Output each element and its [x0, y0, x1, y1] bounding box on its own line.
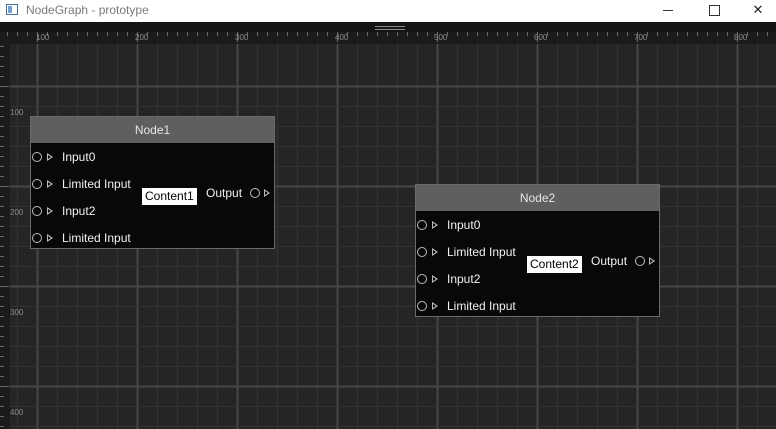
input-port-row[interactable]: Limited Input [31, 231, 161, 249]
output-port-circle-icon[interactable] [635, 256, 645, 266]
input-port-row[interactable]: Input2 [31, 204, 161, 222]
node-card[interactable]: Node2 Input0 Limited Input Input2 Limite… [415, 184, 660, 317]
ruler-h-label: 500 [434, 33, 448, 42]
ruler-h-label: 700 [634, 33, 648, 42]
ruler-v-label: 400 [10, 408, 24, 417]
port-circle-icon[interactable] [32, 152, 42, 162]
port-arrow-icon [47, 207, 53, 215]
input-port-row[interactable]: Input2 [416, 272, 546, 290]
port-arrow-icon [47, 153, 53, 161]
input-port-row[interactable]: Input0 [31, 150, 161, 168]
port-circle-icon[interactable] [417, 247, 427, 257]
node-title[interactable]: Node1 [31, 117, 274, 143]
input-port-label: Input0 [62, 150, 96, 164]
node-card[interactable]: Node1 Input0 Limited Input Input2 Limite… [30, 116, 275, 249]
node-title[interactable]: Node2 [416, 185, 659, 211]
input-port-label: Limited Input [62, 231, 131, 245]
port-circle-icon[interactable] [417, 220, 427, 230]
port-circle-icon[interactable] [32, 206, 42, 216]
input-port-row[interactable]: Limited Input [416, 299, 546, 317]
input-port-label: Limited Input [447, 299, 516, 313]
ruler-v-label: 200 [10, 208, 24, 217]
ruler-v-label: 300 [10, 308, 24, 317]
port-circle-icon[interactable] [32, 179, 42, 189]
ruler-h-label: 100 [36, 33, 50, 42]
window-title: NodeGraph - prototype [26, 3, 149, 17]
input-port-label: Limited Input [447, 245, 516, 259]
ruler-h-label: 200 [135, 33, 149, 42]
output-port-arrow-icon [649, 257, 655, 265]
minimize-button[interactable] [653, 0, 683, 20]
output-port-arrow-icon [264, 189, 270, 197]
maximize-icon [708, 5, 720, 16]
node-content-field[interactable]: Content2 [527, 256, 582, 273]
minimize-icon [663, 10, 673, 11]
output-port-circle-icon[interactable] [250, 188, 260, 198]
port-arrow-icon [47, 234, 53, 242]
app-window-icon [6, 4, 18, 15]
output-port-label: Output [206, 186, 243, 200]
node-content-field[interactable]: Content1 [142, 188, 197, 205]
port-circle-icon[interactable] [32, 233, 42, 243]
port-arrow-icon [47, 180, 53, 188]
port-circle-icon[interactable] [417, 274, 427, 284]
input-port-label: Input0 [447, 218, 481, 232]
input-port-label: Input2 [447, 272, 481, 286]
ruler-h-label: 600 [534, 33, 548, 42]
close-button[interactable]: ✕ [743, 0, 773, 20]
input-port-label: Limited Input [62, 177, 131, 191]
window-title-bar: NodeGraph - prototype ✕ [0, 0, 776, 22]
output-port-label: Output [591, 254, 628, 268]
port-arrow-icon [432, 302, 438, 310]
ruler-v-label: 100 [10, 108, 24, 117]
port-arrow-icon [432, 248, 438, 256]
ruler-h-label: 800 [734, 33, 748, 42]
port-arrow-icon [432, 221, 438, 229]
ruler-h-label: 400 [335, 33, 349, 42]
input-port-row[interactable]: Input0 [416, 218, 546, 236]
maximize-button[interactable] [699, 0, 729, 20]
port-arrow-icon [432, 275, 438, 283]
ruler-h-label: 300 [235, 33, 249, 42]
port-circle-icon[interactable] [417, 301, 427, 311]
splitter-handle[interactable] [375, 26, 405, 30]
input-port-label: Input2 [62, 204, 96, 218]
